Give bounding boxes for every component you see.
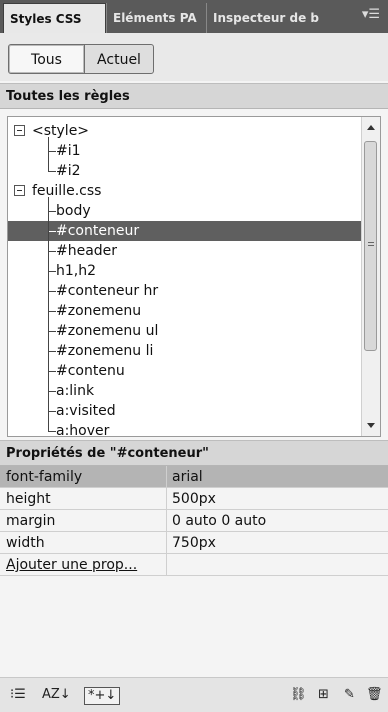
- property-row[interactable]: height 500px: [0, 488, 388, 510]
- panel-tab-bar: Styles CSS Eléments PA Inspecteur de b ▾…: [0, 0, 388, 33]
- tree-item-label: #conteneur hr: [56, 283, 159, 299]
- tree-item[interactable]: #contenu: [8, 361, 364, 381]
- panel-menu-icon[interactable]: ▾☰: [362, 7, 380, 22]
- scroll-down-icon[interactable]: [367, 423, 375, 428]
- tab-inspecteur[interactable]: Inspecteur de b: [206, 3, 322, 33]
- tree-item[interactable]: #zonemenu: [8, 301, 364, 321]
- all-rules-button[interactable]: Tous: [8, 44, 85, 74]
- tree-connector: [48, 251, 56, 252]
- add-property-row[interactable]: Ajouter une prop...: [0, 554, 388, 576]
- tree-connector: [48, 311, 56, 312]
- tree-item-label: a:link: [56, 383, 95, 399]
- tree-connector: [48, 391, 56, 392]
- column-divider: [166, 554, 167, 576]
- tree-item[interactable]: a:hover: [8, 421, 364, 437]
- rules-section-header: Toutes les règles: [0, 83, 388, 109]
- property-row[interactable]: font-family arial: [0, 466, 388, 488]
- new-rule-icon[interactable]: ⊞: [318, 687, 329, 703]
- tree-item-label: #zonemenu li: [56, 343, 154, 359]
- link-icon[interactable]: ⛓: [290, 687, 307, 703]
- tree-item-label: a:hover: [56, 423, 110, 437]
- tree-item[interactable]: #i1: [8, 141, 364, 161]
- view-toggle-bar: Tous Actuel: [0, 33, 388, 81]
- collapse-icon[interactable]: [14, 125, 25, 136]
- tree-item[interactable]: #conteneur hr: [8, 281, 364, 301]
- column-divider: [166, 510, 167, 532]
- property-value[interactable]: arial: [172, 466, 203, 488]
- column-divider: [166, 466, 167, 488]
- collapse-icon[interactable]: [14, 185, 25, 196]
- tree-item-label: h1,h2: [56, 263, 97, 279]
- tree-item-label: <style>: [32, 123, 90, 139]
- tree-item-label: a:visited: [56, 403, 116, 419]
- property-row[interactable]: width 750px: [0, 532, 388, 554]
- tree-item[interactable]: #i2: [8, 161, 364, 181]
- property-name[interactable]: width: [6, 532, 45, 554]
- tree-item[interactable]: #conteneur: [8, 221, 364, 241]
- property-name[interactable]: height: [6, 488, 51, 510]
- tree-item-label: body: [56, 203, 91, 219]
- tree-connector: [48, 151, 56, 152]
- tree-connector: [48, 431, 56, 432]
- tree-item[interactable]: #zonemenu ul: [8, 321, 364, 341]
- property-row[interactable]: margin 0 auto 0 auto: [0, 510, 388, 532]
- scroll-up-icon[interactable]: [367, 125, 375, 130]
- column-divider: [166, 488, 167, 510]
- tree-connector: [48, 331, 56, 332]
- tree-item-label: #conteneur: [56, 223, 140, 239]
- tree-connector: [48, 211, 56, 212]
- tree-connector: [48, 137, 49, 171]
- tree-item-label: #zonemenu: [56, 303, 142, 319]
- tree-connector: [48, 171, 56, 172]
- add-property-link[interactable]: Ajouter une prop...: [6, 554, 137, 576]
- bottom-toolbar: ⁝☰ AZ↓ *+↓ ⛓ ⊞ ✎ 🗑: [0, 677, 388, 712]
- tab-styles-css[interactable]: Styles CSS: [3, 3, 106, 33]
- alphabetical-view-icon[interactable]: AZ↓: [42, 687, 71, 703]
- tree-connector: [48, 411, 56, 412]
- tree-item[interactable]: #zonemenu li: [8, 341, 364, 361]
- properties-section-header: Propriétés de "#conteneur": [0, 440, 388, 466]
- tab-elements-pa[interactable]: Eléments PA: [106, 3, 206, 33]
- tree-item-label: #contenu: [56, 363, 125, 379]
- column-divider: [166, 532, 167, 554]
- set-properties-view-icon[interactable]: *+↓: [84, 687, 121, 705]
- tree-item[interactable]: a:link: [8, 381, 364, 401]
- tree-connector: [48, 197, 49, 431]
- tree-item-label: #zonemenu ul: [56, 323, 159, 339]
- tree-item[interactable]: body: [8, 201, 364, 221]
- current-rule-button[interactable]: Actuel: [84, 44, 154, 74]
- tree-item[interactable]: <style>: [8, 121, 364, 141]
- property-value[interactable]: 750px: [172, 532, 216, 554]
- tree-connector: [48, 271, 56, 272]
- property-name[interactable]: font-family: [6, 466, 82, 488]
- tree-item[interactable]: feuille.css: [8, 181, 364, 201]
- property-value[interactable]: 500px: [172, 488, 216, 510]
- tree-item-label: #i2: [56, 163, 81, 179]
- tree-item-label: #header: [56, 243, 118, 259]
- tree-connector: [48, 351, 56, 352]
- grip-icon: [368, 242, 374, 248]
- tree-connector: [48, 291, 56, 292]
- tree-connector: [48, 231, 56, 232]
- property-name[interactable]: margin: [6, 510, 55, 532]
- tree-item[interactable]: #header: [8, 241, 364, 261]
- tree-connector: [48, 371, 56, 372]
- tree-item[interactable]: h1,h2: [8, 261, 364, 281]
- tree-item-label: #i1: [56, 143, 81, 159]
- category-view-icon[interactable]: ⁝☰: [10, 687, 26, 703]
- edit-rule-icon[interactable]: ✎: [344, 687, 355, 703]
- tree-scrollbar[interactable]: [361, 117, 380, 436]
- property-value[interactable]: 0 auto 0 auto: [172, 510, 266, 532]
- scroll-thumb[interactable]: [364, 141, 377, 351]
- tree-item-label: feuille.css: [32, 183, 102, 199]
- tree-item[interactable]: a:visited: [8, 401, 364, 421]
- delete-icon[interactable]: 🗑: [366, 687, 383, 703]
- rules-tree[interactable]: <style> #i1 #i2 feuille.css body #conteneur #h…: [7, 116, 381, 437]
